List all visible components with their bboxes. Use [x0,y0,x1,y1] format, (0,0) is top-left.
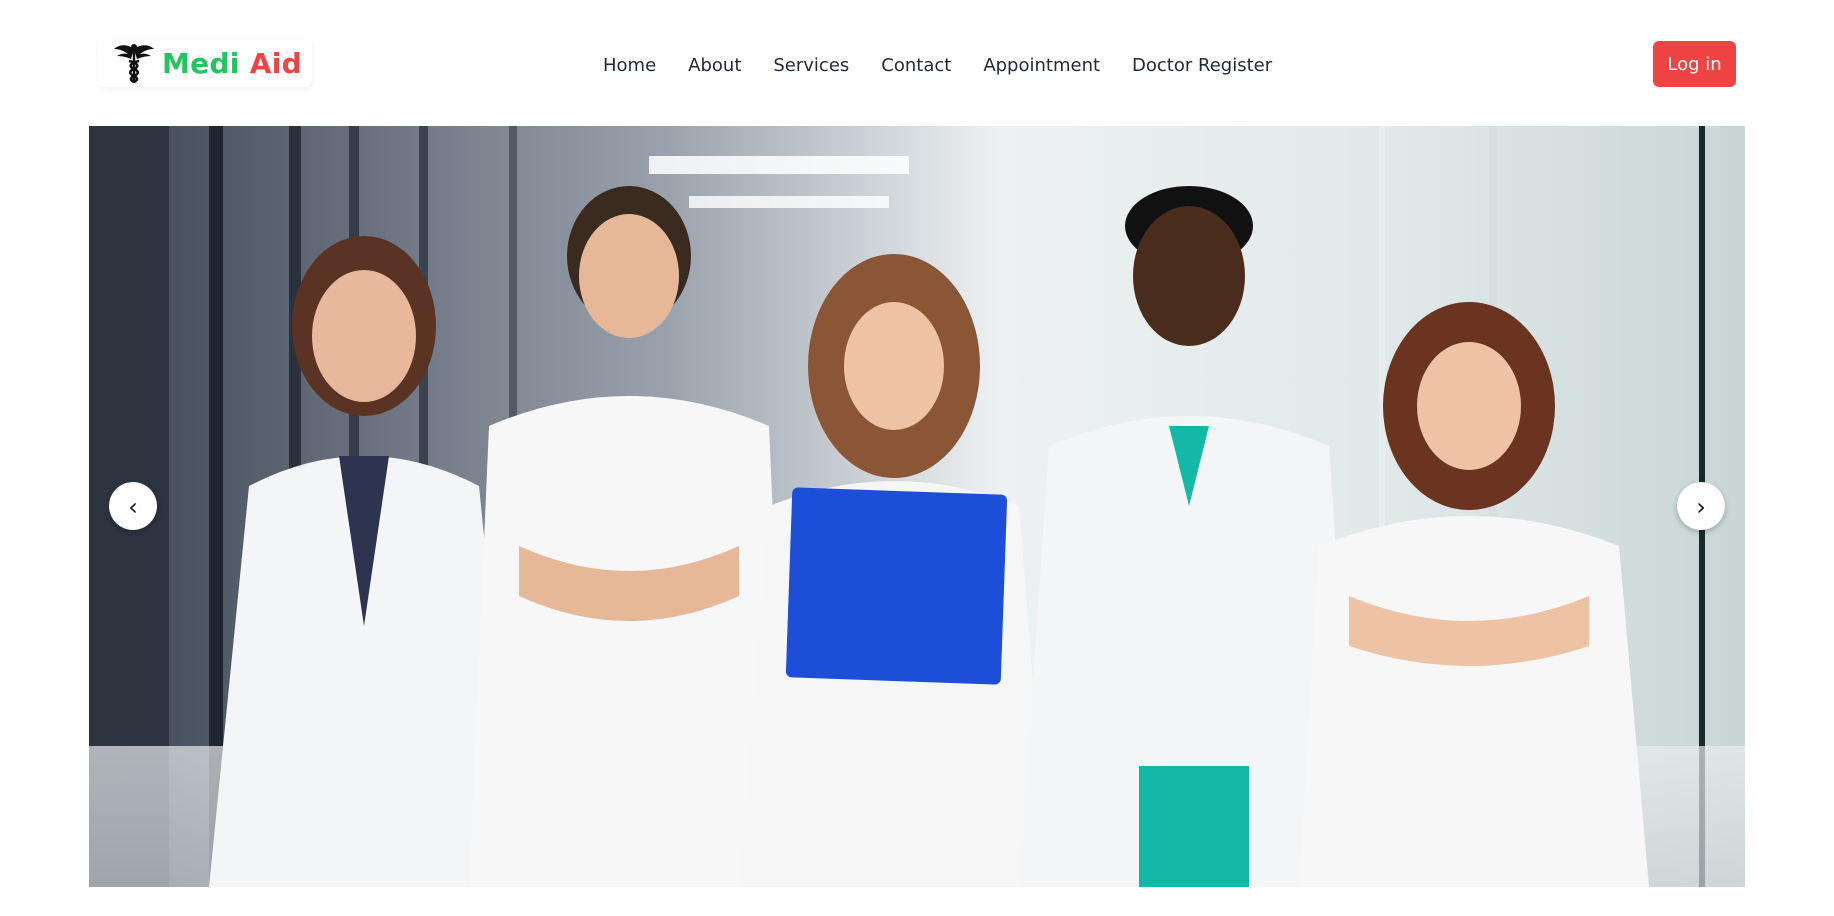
hero-image [89,126,1745,887]
site-header: Medi Aid Home About Services Contact App… [0,0,1834,126]
nav-home[interactable]: Home [603,55,656,76]
caduceus-icon [114,44,154,84]
brand-name: Medi Aid [162,47,302,80]
carousel-next-button[interactable]: › [1677,482,1725,530]
brand-name-part1: Medi [162,46,240,80]
nav-services[interactable]: Services [773,55,849,76]
brand-name-part2: Aid [249,46,302,80]
hero-carousel [89,126,1745,887]
main-nav: Home About Services Contact Appointment … [603,51,1304,79]
carousel-prev-button[interactable]: ‹ [109,482,157,530]
login-button[interactable]: Log in [1653,41,1736,87]
brand-logo[interactable]: Medi Aid [98,39,312,87]
nav-about[interactable]: About [688,55,741,76]
nav-doctor-register[interactable]: Doctor Register [1132,55,1272,76]
nav-contact[interactable]: Contact [881,55,951,76]
nav-appointment[interactable]: Appointment [983,55,1100,76]
